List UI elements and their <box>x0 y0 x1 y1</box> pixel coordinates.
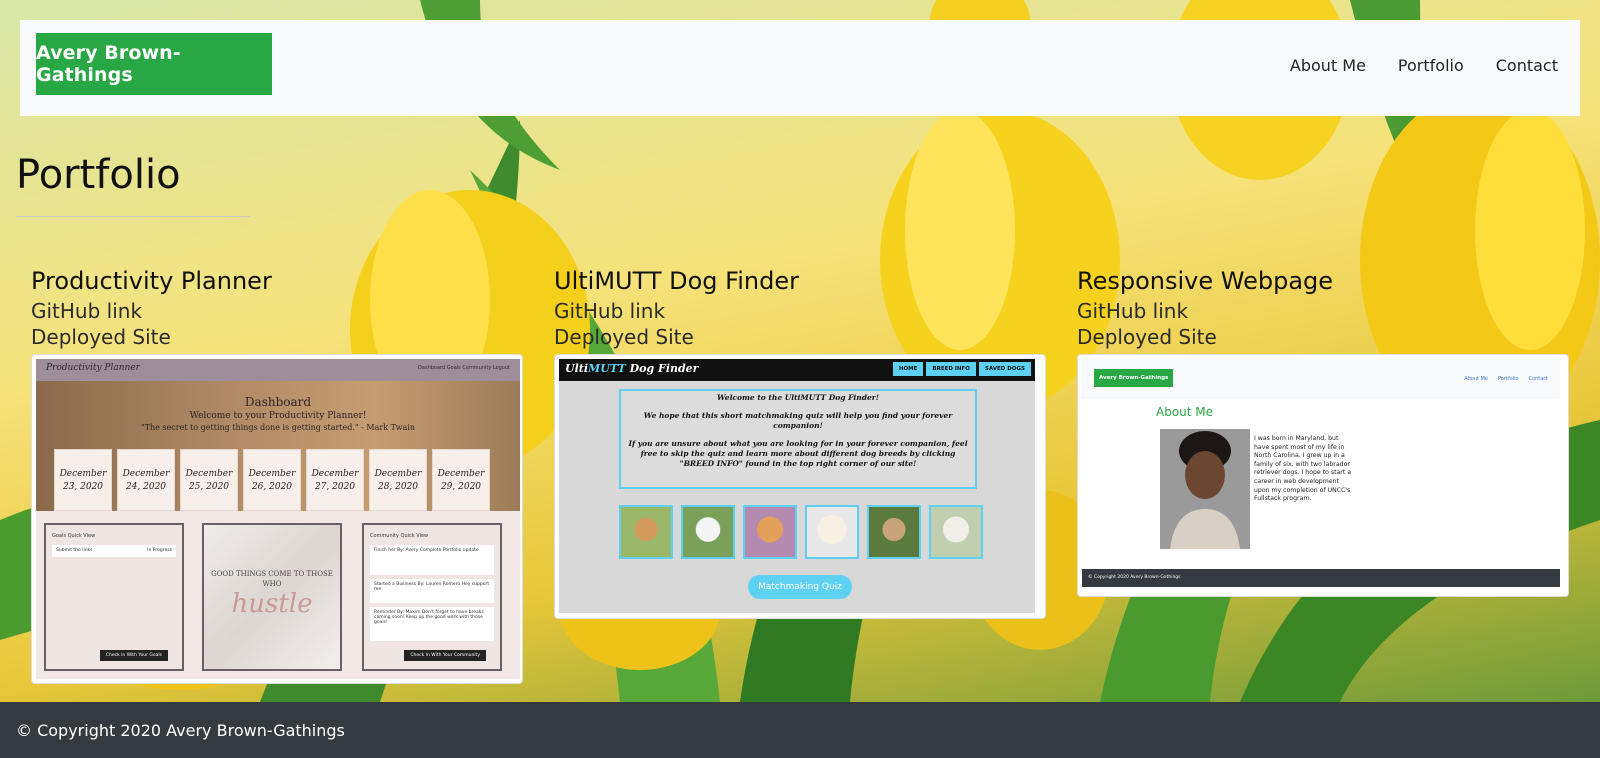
day-card: December 24, 2020 <box>117 449 175 511</box>
preview-welcome-box: Welcome to the UltiMUTT Dog Finder! We h… <box>619 389 977 489</box>
preview-heading: Dashboard <box>244 395 312 409</box>
preview-heading: About Me <box>1156 405 1214 419</box>
preview-lower-section: Goals Quick View Submit the links In Pro… <box>36 511 520 679</box>
hustle-script: hustle <box>231 589 313 619</box>
preview-hero: Dashboard Welcome to your Productivity P… <box>36 381 520 511</box>
preview-brand: Productivity Planner <box>46 363 140 373</box>
preview-dog-gallery <box>619 505 983 559</box>
community-panel: Community Quick View Finish her By: Aver… <box>362 523 502 671</box>
day-card: December 25, 2020 <box>180 449 238 511</box>
project-card-ultimutt-dog-finder: UltiMUTT Dog Finder GitHub link Deployed… <box>554 264 1048 619</box>
deployed-site-link[interactable]: Deployed Site <box>554 324 1048 350</box>
preview-navbar: Productivity Planner Dashboard Goals Com… <box>36 359 520 381</box>
project-title: Responsive Webpage <box>1077 267 1334 295</box>
day-card: December 29, 2020 <box>432 449 490 511</box>
site-footer: © Copyright 2020 Avery Brown-Gathings <box>0 702 1600 758</box>
copyright-text: © Copyright 2020 Avery Brown-Gathings <box>16 721 345 740</box>
day-card: December 23, 2020 <box>54 449 112 511</box>
dog-photo <box>929 505 983 559</box>
day-card: December 28, 2020 <box>369 449 427 511</box>
nav-link-contact[interactable]: Contact <box>1496 56 1558 75</box>
preview-nav-link: Contact <box>1528 376 1548 382</box>
preview-brand: Avery Brown-Gathings <box>1094 369 1174 387</box>
deployed-site-link[interactable]: Deployed Site <box>1077 324 1571 350</box>
preview-quiz-button: Matchmaking Quiz <box>748 575 852 599</box>
deployed-site-link[interactable]: Deployed Site <box>31 324 525 350</box>
preview-welcome: Welcome to your Productivity Planner! <box>189 411 367 421</box>
community-post: Finish her By: Avery Complete Portfolio … <box>370 545 494 575</box>
project-screenshot[interactable]: Avery Brown-Gathings About Me Portfolio … <box>1077 354 1569 597</box>
navbar: Avery Brown-Gathings About Me Portfolio … <box>20 20 1580 116</box>
preview-navbar: Avery Brown-Gathings About Me Portfolio … <box>1082 359 1560 399</box>
community-post: Reminder By: Maxim Don't forget to have … <box>370 607 494 641</box>
preview-day-cards: December 23, 2020 December 24, 2020 Dece… <box>54 449 490 511</box>
preview-quote: "The secret to getting things done is ge… <box>141 423 415 432</box>
dog-photo <box>805 505 859 559</box>
goals-button: Check In With Your Goals <box>99 650 168 661</box>
preview-page: UltiMUTT Dog Finder HOME BREED INFO SAVE… <box>559 359 1035 613</box>
goals-panel: Goals Quick View Submit the links In Pro… <box>44 523 184 671</box>
dog-photo <box>867 505 921 559</box>
goals-title: Goals Quick View <box>52 533 96 539</box>
community-post: Started a Business By: Lauren Romero Hey… <box>370 579 494 603</box>
brand-logo-link[interactable]: Avery Brown-Gathings <box>36 33 272 95</box>
project-card-responsive-webpage: Responsive Webpage GitHub link Deployed … <box>1077 264 1571 597</box>
dog-photo <box>681 505 735 559</box>
day-card: December 27, 2020 <box>306 449 364 511</box>
motivation-text: GOOD THINGS COME TO THOSE WHO <box>211 570 333 588</box>
github-link[interactable]: GitHub link <box>31 298 525 324</box>
nav-link-portfolio[interactable]: Portfolio <box>1398 56 1464 75</box>
project-screenshot[interactable]: Productivity Planner Dashboard Goals Com… <box>31 354 523 684</box>
preview-tab-home: HOME <box>892 362 924 376</box>
preview-bio: I was born in Maryland, but have spent m… <box>1254 435 1352 503</box>
project-title: Productivity Planner <box>31 267 272 295</box>
github-link[interactable]: GitHub link <box>1077 298 1571 324</box>
profile-photo <box>1160 429 1250 549</box>
community-title: Community Quick View <box>370 533 429 539</box>
github-link[interactable]: GitHub link <box>554 298 1048 324</box>
project-screenshot[interactable]: UltiMUTT Dog Finder HOME BREED INFO SAVE… <box>554 354 1046 619</box>
goal-row: Submit the links In Progress <box>52 545 176 557</box>
preview-nav-links: Dashboard Goals Community Logout <box>418 365 510 371</box>
day-card: December 26, 2020 <box>243 449 301 511</box>
nav-links: About Me Portfolio Contact <box>1290 56 1558 75</box>
preview-navbar: UltiMUTT Dog Finder HOME BREED INFO SAVE… <box>559 359 1035 381</box>
preview-tab-saved-dogs: SAVED DOGS <box>978 362 1031 376</box>
project-card-productivity-planner: Productivity Planner GitHub link Deploye… <box>31 264 525 684</box>
page-title: Portfolio <box>16 152 181 198</box>
community-button: Check In With Your Community <box>404 650 486 661</box>
dog-photo <box>743 505 797 559</box>
preview-footer: © Copyright 2020 Avery Brown-Gathings <box>1082 569 1560 587</box>
nav-link-about-me[interactable]: About Me <box>1290 56 1366 75</box>
dog-photo <box>619 505 673 559</box>
project-title: UltiMUTT Dog Finder <box>554 267 799 295</box>
title-divider <box>16 216 250 217</box>
preview-nav-link: Portfolio <box>1497 376 1519 382</box>
preview-nav-link: About Me <box>1464 376 1488 382</box>
motivation-panel: GOOD THINGS COME TO THOSE WHO hustle <box>202 523 342 671</box>
preview-brand: UltiMUTT Dog Finder <box>565 362 699 375</box>
preview-tab-breed-info: BREED INFO <box>926 362 976 376</box>
